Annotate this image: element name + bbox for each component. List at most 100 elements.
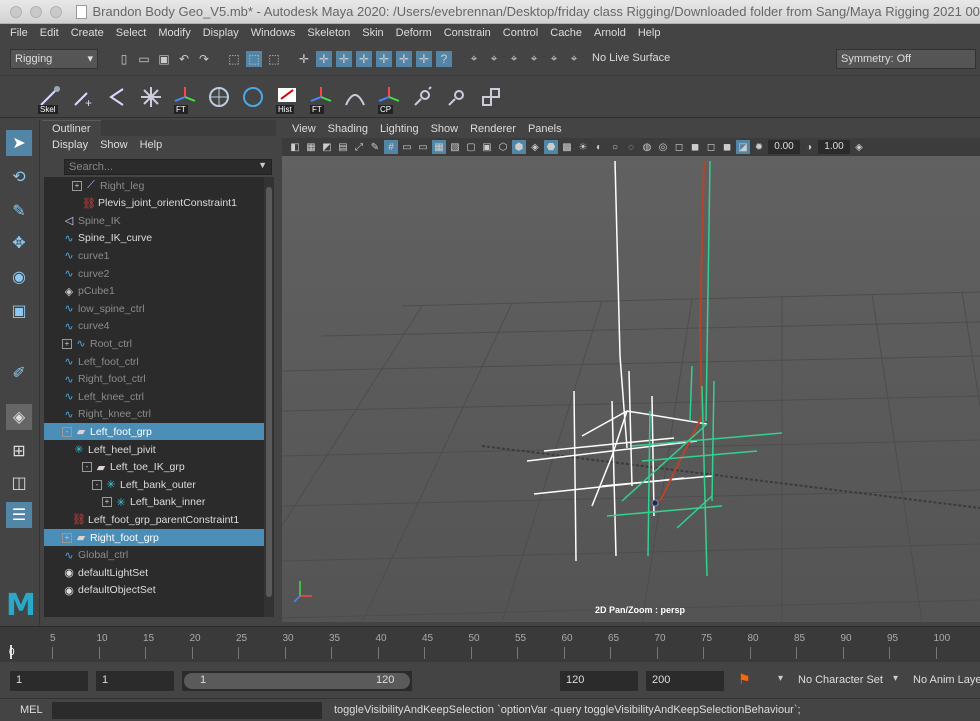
outliner-tab[interactable]: Outliner — [42, 120, 101, 137]
xray-joints-icon[interactable]: ◼ — [720, 140, 734, 154]
exposure-icon[interactable]: ✹ — [752, 140, 766, 154]
expand-icon[interactable]: + — [62, 338, 72, 349]
isolate-select-icon[interactable]: ◻ — [672, 140, 686, 154]
freeze-transform-tool[interactable]: FT — [172, 82, 198, 114]
viewport-menu-shading[interactable]: Shading — [322, 123, 374, 135]
outliner-list[interactable]: + ⟋ Right_leg ⛓ Plevis_joint_orientConstrain… — [44, 177, 264, 617]
point-constraint-tool[interactable] — [444, 82, 470, 112]
xray-active-icon[interactable]: ◻ — [704, 140, 718, 154]
outliner-menu-show[interactable]: Show — [94, 139, 134, 151]
depth-of-field-icon[interactable]: ◎ — [656, 140, 670, 154]
wireframe-icon[interactable]: ⬡ — [496, 140, 510, 154]
select-by-joint-icon[interactable]: ✛ — [316, 50, 332, 67]
image-plane-icon[interactable]: ▤ — [336, 140, 350, 154]
close-button[interactable] — [10, 5, 22, 18]
select-by-deform-icon[interactable]: ✛ — [376, 50, 392, 67]
center-pivot-tool[interactable] — [206, 82, 232, 112]
2d-pan-icon[interactable]: ⤢ — [352, 140, 366, 154]
outliner-menu-help[interactable]: Help — [134, 139, 169, 151]
viewport-menu-lighting[interactable]: Lighting — [374, 123, 425, 135]
backface-culling-icon[interactable]: ◪ — [736, 140, 750, 154]
safe-title-icon[interactable]: ▣ — [480, 140, 494, 154]
outliner-item[interactable]: ◈ pCube1 — [44, 283, 264, 300]
start-time-field[interactable]: 1 — [10, 671, 88, 691]
new-scene-icon[interactable]: ▯ — [116, 51, 132, 67]
xray-icon[interactable]: ◼ — [688, 140, 702, 154]
live-surface-field[interactable]: No Live Surface — [588, 48, 698, 69]
menu-constrain[interactable]: Constrain — [438, 27, 497, 39]
menu-windows[interactable]: Windows — [245, 27, 302, 39]
minimize-button[interactable] — [30, 5, 42, 18]
outliner-item[interactable]: ∿ Global_ctrl — [44, 547, 264, 564]
menu-help[interactable]: Help — [632, 27, 667, 39]
menu-skeleton[interactable]: Skeleton — [301, 27, 356, 39]
last-tool-icon[interactable]: ✐ — [6, 360, 32, 386]
outliner-item[interactable]: ◉ defaultObjectSet — [44, 582, 264, 599]
outliner-item[interactable]: + ▰ Right_foot_grp — [44, 529, 264, 546]
move-tool-icon[interactable]: ✥ — [6, 230, 32, 256]
outliner-item[interactable]: ∿ Spine_IK_curve — [44, 230, 264, 247]
snap-grid-icon[interactable]: ⌖ — [466, 51, 482, 67]
rotate-tool-icon[interactable]: ◉ — [6, 264, 32, 290]
time-slider[interactable]: 0 5 10 15 20 25 30 35 40 45 50 55 60 65 70 75 80 85 90 95 1… — [0, 626, 980, 662]
zoom-button[interactable] — [50, 5, 62, 18]
menu-arnold[interactable]: Arnold — [588, 27, 632, 39]
freeze-transform-tool-2[interactable]: FT — [308, 82, 334, 114]
collapse-icon[interactable]: - — [82, 462, 92, 473]
scrollbar-thumb[interactable] — [266, 187, 272, 597]
camera-attributes-icon[interactable]: ▦ — [304, 140, 318, 154]
character-set-dropdown-icon[interactable]: ▾ — [778, 673, 783, 684]
gamma-icon[interactable]: ◑ — [802, 140, 816, 154]
menu-cache[interactable]: Cache — [544, 27, 588, 39]
command-input[interactable] — [52, 702, 322, 719]
locator-tool[interactable] — [138, 82, 164, 112]
field-chart-icon[interactable]: ▧ — [448, 140, 462, 154]
perspective-viewport[interactable]: 2D Pan/Zoom : persp — [282, 156, 980, 622]
menu-deform[interactable]: Deform — [390, 27, 438, 39]
motion-blur-icon[interactable]: ◌ — [624, 140, 638, 154]
menu-select[interactable]: Select — [110, 27, 153, 39]
select-tool-icon[interactable]: ➤ — [6, 130, 32, 156]
collapse-icon[interactable]: - — [62, 426, 72, 437]
viewport-menu-view[interactable]: View — [286, 123, 322, 135]
safe-action-icon[interactable]: ▢ — [464, 140, 478, 154]
select-by-curve-icon[interactable]: ✛ — [336, 50, 352, 67]
outliner-scrollbar[interactable] — [264, 177, 274, 617]
range-bar[interactable]: 1 120 — [182, 671, 412, 691]
parent-constraint-tool[interactable] — [410, 82, 436, 112]
circle-curve-tool[interactable] — [240, 82, 266, 112]
outliner-item[interactable]: ∿ low_spine_ctrl — [44, 300, 264, 317]
outliner-menu-display[interactable]: Display — [46, 139, 94, 151]
snap-surface-icon[interactable]: ⌖ — [546, 51, 562, 67]
outliner-item[interactable]: ∿ curve2 — [44, 265, 264, 282]
menu-edit[interactable]: Edit — [34, 27, 65, 39]
use-default-material-icon[interactable]: ◈ — [528, 140, 542, 154]
resolution-gate-icon[interactable]: ▭ — [416, 140, 430, 154]
outliner-item[interactable]: + ∿ Root_ctrl — [44, 335, 264, 352]
menu-modify[interactable]: Modify — [152, 27, 196, 39]
layout-single-icon[interactable]: ◈ — [6, 404, 32, 430]
undo-icon[interactable]: ↶ — [176, 51, 192, 67]
save-scene-icon[interactable]: ▣ — [156, 51, 172, 67]
delete-history-tool[interactable]: Hist — [274, 82, 300, 114]
symmetry-dropdown[interactable]: Symmetry: Off — [836, 49, 976, 69]
anim-layer-field[interactable]: No Anim Layer — [913, 674, 980, 686]
select-by-dynamics-icon[interactable]: ✛ — [396, 50, 412, 67]
expand-icon[interactable]: + — [72, 180, 82, 191]
snap-view-icon[interactable]: ⌖ — [566, 51, 582, 67]
select-camera-icon[interactable]: ◧ — [288, 140, 302, 154]
create-joints-tool[interactable]: Skel — [36, 82, 62, 114]
select-hierarchy-icon[interactable]: ⬚ — [226, 51, 242, 67]
smooth-shade-icon[interactable]: ⬢ — [512, 140, 526, 154]
gamma-field[interactable]: 1.00 — [818, 140, 850, 154]
snap-plane-icon[interactable]: ⌖ — [526, 51, 542, 67]
lasso-tool-icon[interactable]: ⟲ — [6, 164, 32, 190]
outliner-item[interactable]: - ▰ Left_foot_grp — [44, 423, 264, 441]
layout-two-icon[interactable]: ◫ — [6, 470, 32, 496]
layout-outliner-icon[interactable]: ☰ — [6, 502, 32, 528]
arc-curve-tool[interactable] — [342, 82, 368, 112]
viewport-scene[interactable] — [282, 156, 980, 622]
lights-icon[interactable]: ☀ — [576, 140, 590, 154]
select-object-icon[interactable]: ⬚ — [246, 50, 262, 67]
snap-curve-icon[interactable]: ⌖ — [486, 51, 502, 67]
